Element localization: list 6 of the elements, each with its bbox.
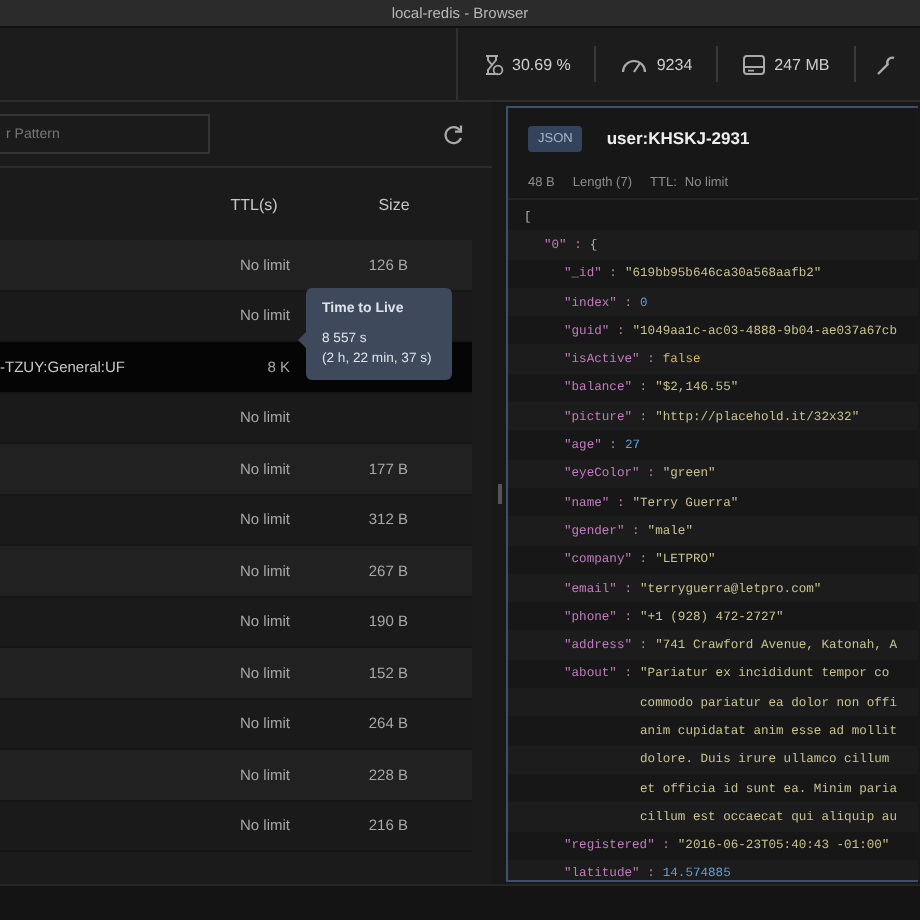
key-title: user:KHSKJ-2931 bbox=[606, 128, 750, 148]
stat-value: 247 MB bbox=[774, 55, 830, 73]
column-header[interactable]: TTL(s) bbox=[192, 195, 332, 213]
column-header[interactable]: Size bbox=[332, 195, 472, 213]
stat-value: 30.69 % bbox=[512, 55, 571, 73]
stat-value: 9234 bbox=[656, 55, 693, 73]
